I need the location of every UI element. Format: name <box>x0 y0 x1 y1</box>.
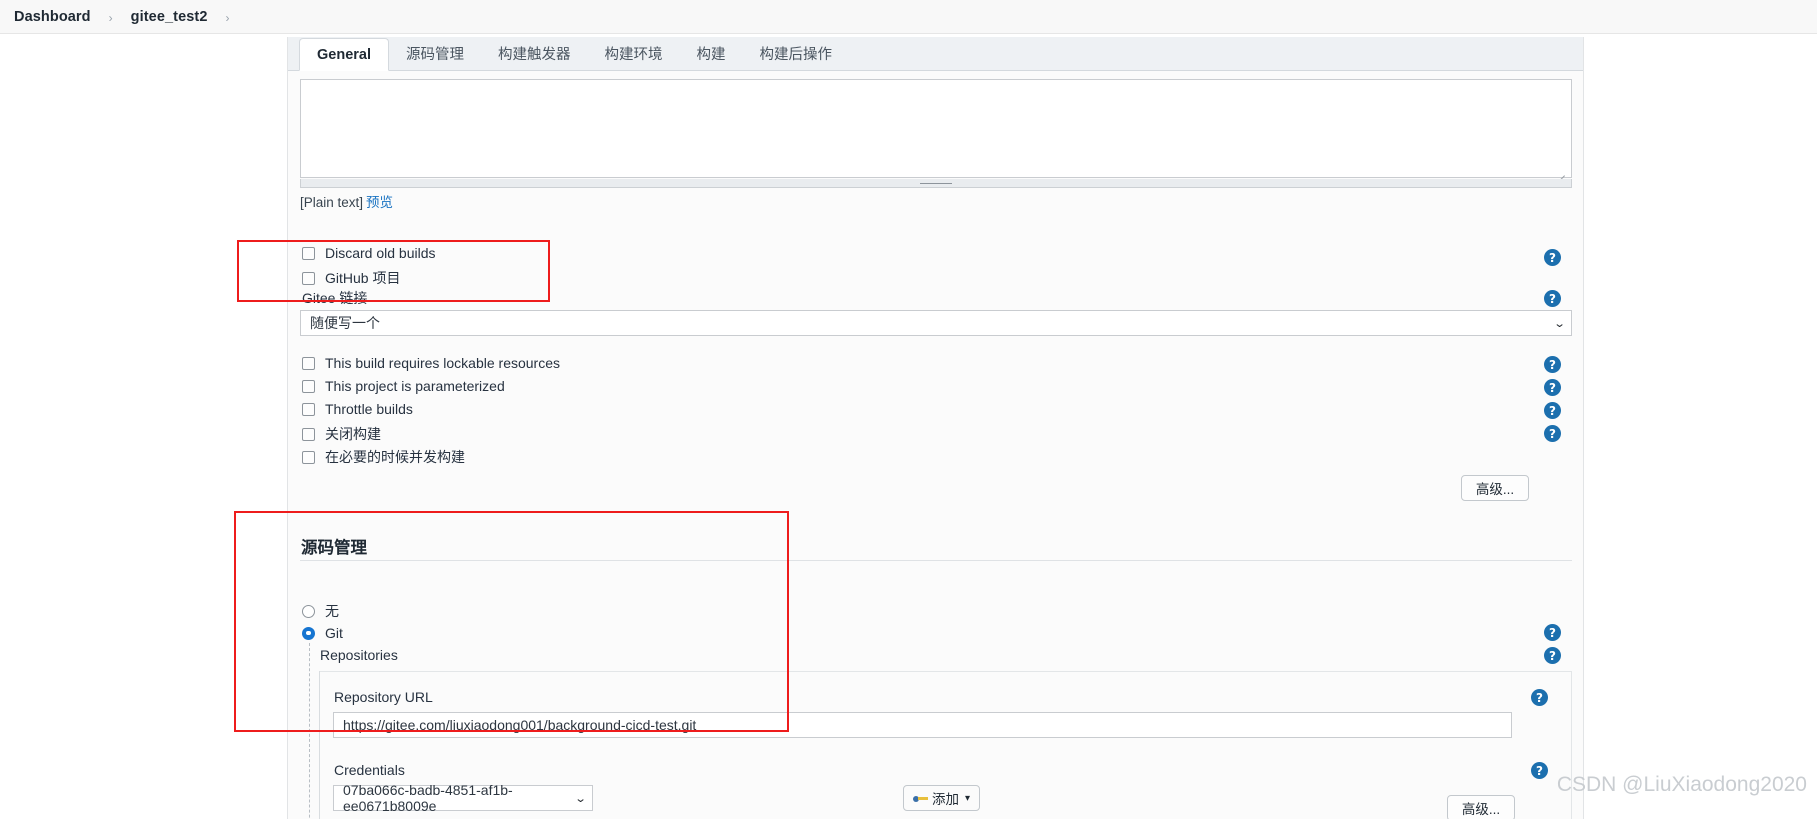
scm-none-radio[interactable] <box>302 604 315 618</box>
repository-url-label: Repository URL <box>334 689 433 705</box>
page-body: General 源码管理 构建触发器 构建环境 构建 构建后操作 [Plain … <box>0 34 1817 819</box>
markup-format-row: [Plain text] 预览 <box>300 191 393 211</box>
repository-panel-edge <box>319 671 320 819</box>
github-project-checkbox[interactable] <box>302 271 315 285</box>
help-icon-discard-old-builds[interactable]: ? <box>1544 249 1561 266</box>
throttle-builds-checkbox[interactable] <box>302 402 315 416</box>
radio-row-scm-none[interactable]: 无 <box>302 601 339 621</box>
help-icon-gitee-link[interactable]: ? <box>1544 290 1561 307</box>
description-textarea[interactable] <box>300 79 1572 178</box>
breadcrumb-separator-icon: › <box>108 10 113 25</box>
scm-git-label: Git <box>325 625 343 641</box>
config-tabs: General 源码管理 构建触发器 构建环境 构建 构建后操作 <box>288 37 1583 71</box>
throttle-builds-label: Throttle builds <box>325 401 413 417</box>
github-project-label: GitHub 项目 <box>325 270 401 286</box>
key-icon <box>913 794 928 803</box>
gitee-link-label: Gitee 链接 <box>302 290 368 306</box>
discard-old-builds-label: Discard old builds <box>325 245 436 261</box>
lockable-resources-checkbox[interactable] <box>302 356 315 370</box>
tab-source-code-management[interactable]: 源码管理 <box>389 37 481 70</box>
checkbox-row-disable-build[interactable]: 关闭构建 <box>302 424 381 444</box>
repositories-label: Repositories <box>320 647 398 663</box>
lockable-resources-label: This build requires lockable resources <box>325 355 560 371</box>
credentials-value: 07ba066c-badb-4851-af1b-ee0671b8009e <box>343 782 513 814</box>
scm-advanced-button[interactable]: 高级... <box>1447 795 1515 819</box>
discard-old-builds-checkbox[interactable] <box>302 246 315 260</box>
scm-none-label: 无 <box>325 603 339 619</box>
help-icon-lockable-resources[interactable]: ? <box>1544 356 1561 373</box>
textarea-drag-handle[interactable] <box>300 179 1572 188</box>
breadcrumb: Dashboard › gitee_test2 › <box>0 0 1817 34</box>
caret-down-icon-add-credentials: ▾ <box>965 792 971 804</box>
gitee-link-value: 随便写一个 <box>310 315 380 331</box>
tab-post-build-actions[interactable]: 构建后操作 <box>743 37 850 70</box>
checkbox-row-throttle-builds[interactable]: Throttle builds <box>302 401 413 417</box>
help-icon-repository-url[interactable]: ? <box>1531 689 1548 706</box>
breadcrumb-item-dashboard[interactable]: Dashboard <box>14 9 91 25</box>
git-block-guide <box>309 643 310 819</box>
credentials-label: Credentials <box>334 762 405 778</box>
preview-link[interactable]: 预览 <box>366 195 393 210</box>
help-icon-disable-build[interactable]: ? <box>1544 425 1561 442</box>
markup-format-label: [Plain text] <box>300 195 364 210</box>
watermark-text: CSDN @LiuXiaodong2020 <box>1556 773 1807 796</box>
scm-git-radio[interactable] <box>302 626 315 640</box>
gitee-link-select[interactable]: 随便写一个 ⌄ <box>300 310 1572 336</box>
chevron-down-icon-gitee: ⌄ <box>1553 317 1566 330</box>
disable-build-label: 关闭构建 <box>325 426 381 442</box>
checkbox-row-concurrent-build[interactable]: 在必要的时候并发构建 <box>302 447 465 467</box>
help-icon-parameterized[interactable]: ? <box>1544 379 1561 396</box>
breadcrumb-separator-icon-2: › <box>225 10 230 25</box>
credentials-select[interactable]: 07ba066c-badb-4851-af1b-ee0671b8009e ⌄ <box>333 782 593 814</box>
disable-build-checkbox[interactable] <box>302 427 315 441</box>
repository-url-input[interactable]: https://gitee.com/liuxiaodong001/backgro… <box>333 712 1512 738</box>
parameterized-label: This project is parameterized <box>325 378 505 394</box>
concurrent-build-label: 在必要的时候并发构建 <box>325 449 465 465</box>
job-config-panel: General 源码管理 构建触发器 构建环境 构建 构建后操作 [Plain … <box>287 37 1584 819</box>
tab-build[interactable]: 构建 <box>680 37 743 70</box>
add-credentials-button[interactable]: 添加 ▾ <box>903 785 981 811</box>
checkbox-row-lockable-resources[interactable]: This build requires lockable resources <box>302 355 560 371</box>
tab-build-environment[interactable]: 构建环境 <box>588 37 680 70</box>
help-icon-repositories[interactable]: ? <box>1544 647 1561 664</box>
parameterized-checkbox[interactable] <box>302 379 315 393</box>
checkbox-row-github-project[interactable]: GitHub 项目 <box>302 268 400 288</box>
scm-section-title: 源码管理 <box>301 539 367 557</box>
add-credentials-label: 添加 <box>932 792 959 807</box>
tab-general[interactable]: General <box>299 38 389 71</box>
tab-build-triggers[interactable]: 构建触发器 <box>481 37 588 70</box>
screen-root: Dashboard › gitee_test2 › General 源码管理 构… <box>0 0 1817 819</box>
help-icon-credentials[interactable]: ? <box>1531 762 1548 779</box>
help-icon-throttle-builds[interactable]: ? <box>1544 402 1561 419</box>
radio-row-scm-git[interactable]: Git <box>302 625 343 641</box>
checkbox-row-parameterized[interactable]: This project is parameterized <box>302 378 505 394</box>
checkbox-row-discard-old-builds[interactable]: Discard old builds <box>302 245 436 261</box>
concurrent-build-checkbox[interactable] <box>302 450 315 464</box>
general-advanced-button[interactable]: 高级... <box>1461 475 1529 501</box>
breadcrumb-item-job[interactable]: gitee_test2 <box>131 9 208 25</box>
scm-section-divider <box>300 560 1572 561</box>
chevron-down-icon-credentials: ⌄ <box>574 792 587 805</box>
help-icon-scm-git[interactable]: ? <box>1544 624 1561 641</box>
